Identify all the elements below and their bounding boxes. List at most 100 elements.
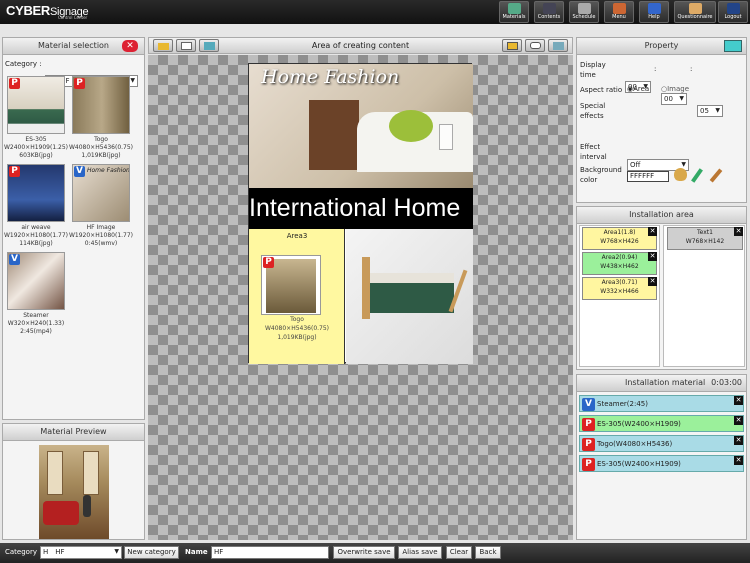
close-icon[interactable]: ✕ bbox=[734, 416, 743, 425]
photo-badge-icon: P bbox=[9, 78, 20, 89]
preview-image bbox=[39, 445, 109, 539]
close-icon[interactable]: ✕ bbox=[122, 40, 138, 52]
installation-material-header: Installation material 0:03:00 bbox=[577, 375, 746, 392]
material-preview-panel: Material Preview bbox=[2, 423, 145, 540]
installation-material-title: Installation material bbox=[625, 378, 706, 387]
area1-image: Home Fashion bbox=[249, 64, 473, 188]
close-icon[interactable]: ✕ bbox=[648, 252, 657, 261]
back-button[interactable]: Back bbox=[475, 546, 501, 559]
nav-menu-button[interactable]: Menu bbox=[604, 1, 634, 23]
close-icon[interactable]: ✕ bbox=[734, 436, 743, 445]
material-preview-title: Material Preview bbox=[3, 424, 144, 441]
material-caption: Steamer W320×H240(1.33) 2:45(mp4) bbox=[7, 312, 65, 335]
category-label: Category : bbox=[5, 60, 42, 68]
banner-title: Home Fashion bbox=[261, 66, 400, 88]
material-thumb[interactable]: P bbox=[7, 164, 65, 222]
close-icon[interactable]: ✕ bbox=[648, 277, 657, 286]
area-item[interactable]: Area2(0.94) W438×H462 ✕ bbox=[582, 252, 657, 275]
alias-save-button[interactable]: Alias save bbox=[398, 546, 442, 559]
video-badge-icon: V bbox=[74, 166, 85, 177]
nav-schedule-button[interactable]: Schedule bbox=[569, 1, 599, 23]
bg-color-input[interactable]: FFFFFF bbox=[627, 171, 669, 182]
installation-area-panel: Installation area Area1(1.8) W768×H426 ✕ Ar… bbox=[576, 206, 747, 370]
aspect-area-radio[interactable]: ◉Area bbox=[627, 85, 649, 93]
nav-menu-icon bbox=[612, 3, 626, 14]
nav-materials-icon bbox=[507, 3, 521, 14]
area-item[interactable]: Area1(1.8) W768×H426 ✕ bbox=[582, 227, 657, 250]
effects-label: Special effects bbox=[580, 102, 606, 120]
comment-button[interactable] bbox=[525, 39, 545, 52]
display-minutes-select[interactable]: 00 ▼ bbox=[661, 93, 687, 105]
material-thumb[interactable]: V bbox=[7, 252, 65, 310]
top-bar bbox=[0, 0, 750, 24]
property-title: Property bbox=[577, 38, 746, 55]
eyedropper-icon[interactable] bbox=[691, 168, 703, 183]
aspect-image-radio[interactable]: ○Image bbox=[661, 85, 689, 93]
photo-badge-icon: P bbox=[74, 78, 85, 89]
photo-badge-icon: P bbox=[263, 257, 274, 268]
material-thumb[interactable]: Home Fashion V bbox=[72, 164, 130, 222]
installation-material-item[interactable]: P Togo(W4080×H5436) ✕ bbox=[579, 435, 744, 452]
nav-contents-icon bbox=[542, 3, 556, 14]
area3-item-caption: Togo W4080×H5436(0.75) 1,019KB(jpg) bbox=[264, 316, 330, 341]
palette-icon[interactable] bbox=[674, 168, 687, 181]
nav-materials-button[interactable]: Materials bbox=[499, 1, 529, 23]
installation-material-panel: Installation material 0:03:00 V Steamer(2… bbox=[576, 374, 747, 540]
photo-badge-icon: P bbox=[582, 437, 595, 451]
area3-box[interactable]: Area3 P Togo W4080×H5436(0.75) 1,019KB(j… bbox=[249, 229, 345, 364]
nav-schedule-icon bbox=[577, 3, 591, 14]
property-panel: Property Display time 00 ▼ : 00 ▼ : 05 ▼ As… bbox=[576, 37, 747, 223]
canvas-header: Area of creating content bbox=[148, 37, 573, 54]
clear-button[interactable]: Clear bbox=[446, 546, 472, 559]
bottom-category-select[interactable]: H HF ▼ bbox=[40, 546, 122, 559]
photo-badge-icon: P bbox=[582, 417, 595, 431]
installation-material-item[interactable]: V Steamer(2:45) ✕ bbox=[579, 395, 744, 412]
material-thumb[interactable]: P bbox=[72, 76, 130, 134]
nav-questionnaire-button[interactable]: Questionnaire bbox=[674, 1, 716, 23]
bottom-category-label: Category bbox=[5, 548, 37, 556]
installation-area-title: Installation area bbox=[577, 207, 746, 224]
preview-image-button[interactable] bbox=[548, 39, 568, 52]
new-category-button[interactable]: New category bbox=[124, 546, 179, 559]
content-page: Home Fashion International Home Area3 P … bbox=[248, 63, 473, 364]
content-canvas[interactable]: Home Fashion International Home Area3 P … bbox=[148, 55, 573, 540]
text-item[interactable]: Text1 W768×H142 ✕ bbox=[667, 227, 743, 250]
display-seconds-select[interactable]: 05 ▼ bbox=[697, 105, 723, 117]
nav-logout-button[interactable]: Logout bbox=[718, 1, 748, 23]
overwrite-save-button[interactable]: Overwrite save bbox=[333, 546, 395, 559]
text1-banner: International Home bbox=[249, 188, 473, 229]
material-caption: ES-305 W2400×H1909(1.25) 603KB(jpg) bbox=[3, 136, 69, 159]
photo-badge-icon: P bbox=[582, 457, 595, 471]
photo-badge-icon: P bbox=[9, 166, 20, 177]
app-subtitle: Control Center bbox=[58, 15, 88, 20]
video-badge-icon: V bbox=[9, 254, 20, 265]
interval-label: Effect interval bbox=[580, 143, 607, 161]
name-input[interactable]: HF bbox=[211, 546, 329, 559]
name-label: Name bbox=[185, 548, 208, 556]
thumb-overlay-text: Home Fashion bbox=[87, 167, 130, 174]
installation-material-item[interactable]: P ES-305(W2400×H1909) ✕ bbox=[579, 455, 744, 472]
aspect-label: Aspect ratio bbox=[580, 86, 623, 94]
area3-label: Area3 bbox=[286, 232, 308, 240]
material-duration: 0:03:00 bbox=[711, 378, 742, 387]
material-caption: air weave W1920×H1080(1.77) 114KB(jpg) bbox=[3, 224, 69, 247]
nav-contents-button[interactable]: Contents bbox=[534, 1, 564, 23]
brush-icon[interactable] bbox=[709, 168, 723, 183]
layout-button[interactable] bbox=[502, 39, 522, 52]
nav-help-icon bbox=[647, 3, 661, 14]
close-icon[interactable]: ✕ bbox=[648, 227, 657, 236]
material-caption: Togo W4080×H5436(0.75) 1,019KB(jpg) bbox=[68, 136, 134, 159]
monitor-icon[interactable] bbox=[724, 40, 742, 52]
close-icon[interactable]: ✕ bbox=[734, 456, 743, 465]
nav-logout-icon bbox=[726, 3, 740, 14]
area-item[interactable]: Area3(0.71) W332×H466 ✕ bbox=[582, 277, 657, 300]
close-icon[interactable]: ✕ bbox=[734, 227, 743, 236]
installation-material-item[interactable]: P ES-305(W2400×H1909) ✕ bbox=[579, 415, 744, 432]
display-time-label: Display time bbox=[580, 61, 606, 79]
material-thumb[interactable]: P bbox=[7, 76, 65, 134]
close-icon[interactable]: ✕ bbox=[734, 396, 743, 405]
nav-help-button[interactable]: Help bbox=[639, 1, 669, 23]
video-badge-icon: V bbox=[582, 397, 595, 411]
area2-image bbox=[346, 229, 473, 364]
bg-color-label: Background color bbox=[580, 166, 622, 184]
